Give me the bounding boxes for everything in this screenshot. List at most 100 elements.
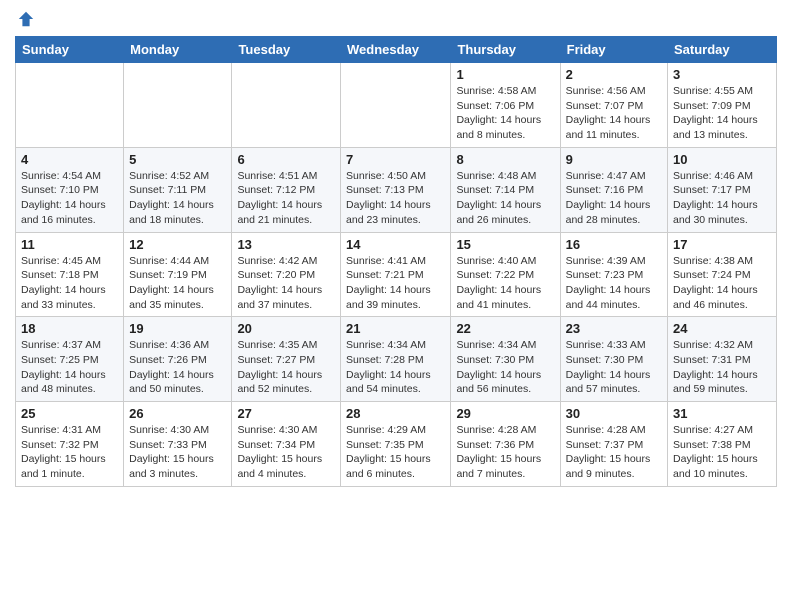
day-number: 11 [21,237,118,252]
day-cell: 3Sunrise: 4:55 AM Sunset: 7:09 PM Daylig… [668,63,777,148]
day-info: Sunrise: 4:28 AM Sunset: 7:37 PM Dayligh… [566,423,662,482]
day-info: Sunrise: 4:44 AM Sunset: 7:19 PM Dayligh… [129,254,226,313]
day-number: 4 [21,152,118,167]
day-number: 18 [21,321,118,336]
weekday-header-tuesday: Tuesday [232,37,341,63]
day-number: 10 [673,152,771,167]
weekday-header-thursday: Thursday [451,37,560,63]
day-number: 13 [237,237,335,252]
day-number: 25 [21,406,118,421]
day-info: Sunrise: 4:39 AM Sunset: 7:23 PM Dayligh… [566,254,662,313]
day-number: 19 [129,321,226,336]
day-cell: 11Sunrise: 4:45 AM Sunset: 7:18 PM Dayli… [16,232,124,317]
calendar-container: SundayMondayTuesdayWednesdayThursdayFrid… [0,0,792,502]
day-number: 2 [566,67,662,82]
day-info: Sunrise: 4:51 AM Sunset: 7:12 PM Dayligh… [237,169,335,228]
day-cell: 17 Sunrise: 4:38 AM Sunset: 7:24 PM Dayli… [668,232,777,317]
day-number: 17 [673,237,771,252]
day-number: 29 [456,406,554,421]
day-cell: 25 Sunrise: 4:31 AM Sunset: 7:32 PM Dayli… [16,402,124,487]
day-cell: 30 Sunrise: 4:28 AM Sunset: 7:37 PM Dayli… [560,402,667,487]
day-number: 12 [129,237,226,252]
day-cell: 23Sunrise: 4:33 AM Sunset: 7:30 PM Dayli… [560,317,667,402]
day-cell: 1 Sunrise: 4:58 AM Sunset: 7:06 PM Daylig… [451,63,560,148]
day-cell: 2Sunrise: 4:56 AM Sunset: 7:07 PM Daylig… [560,63,667,148]
day-number: 20 [237,321,335,336]
day-info: Sunrise: 4:32 AM Sunset: 7:31 PM Dayligh… [673,338,771,397]
day-info: Sunrise: 4:38 AM Sunset: 7:24 PM Dayligh… [673,254,771,313]
day-cell: 18 Sunrise: 4:37 AM Sunset: 7:25 PM Dayli… [16,317,124,402]
day-number: 30 [566,406,662,421]
day-info: Sunrise: 4:42 AM Sunset: 7:20 PM Dayligh… [237,254,335,313]
day-cell: 10 Sunrise: 4:46 AM Sunset: 7:17 PM Dayli… [668,147,777,232]
day-info: Sunrise: 4:54 AM Sunset: 7:10 PM Dayligh… [21,169,118,228]
day-info: Sunrise: 4:48 AM Sunset: 7:14 PM Dayligh… [456,169,554,228]
day-info: Sunrise: 4:30 AM Sunset: 7:34 PM Dayligh… [237,423,335,482]
day-info: Sunrise: 4:58 AM Sunset: 7:06 PM Dayligh… [456,84,554,143]
day-number: 14 [346,237,445,252]
day-cell: 24 Sunrise: 4:32 AM Sunset: 7:31 PM Dayli… [668,317,777,402]
day-info: Sunrise: 4:37 AM Sunset: 7:25 PM Dayligh… [21,338,118,397]
day-number: 27 [237,406,335,421]
weekday-header-monday: Monday [124,37,232,63]
day-info: Sunrise: 4:50 AM Sunset: 7:13 PM Dayligh… [346,169,445,228]
day-info: Sunrise: 4:40 AM Sunset: 7:22 PM Dayligh… [456,254,554,313]
calendar-table: SundayMondayTuesdayWednesdayThursdayFrid… [15,36,777,487]
day-cell [16,63,124,148]
day-number: 8 [456,152,554,167]
day-number: 31 [673,406,771,421]
day-cell: 4 Sunrise: 4:54 AM Sunset: 7:10 PM Daylig… [16,147,124,232]
weekday-header-friday: Friday [560,37,667,63]
day-info: Sunrise: 4:47 AM Sunset: 7:16 PM Dayligh… [566,169,662,228]
weekday-header-wednesday: Wednesday [341,37,451,63]
day-info: Sunrise: 4:35 AM Sunset: 7:27 PM Dayligh… [237,338,335,397]
day-number: 3 [673,67,771,82]
day-info: Sunrise: 4:46 AM Sunset: 7:17 PM Dayligh… [673,169,771,228]
day-cell: 15Sunrise: 4:40 AM Sunset: 7:22 PM Dayli… [451,232,560,317]
day-cell: 26 Sunrise: 4:30 AM Sunset: 7:33 PM Dayli… [124,402,232,487]
day-cell: 29Sunrise: 4:28 AM Sunset: 7:36 PM Dayli… [451,402,560,487]
day-info: Sunrise: 4:34 AM Sunset: 7:30 PM Dayligh… [456,338,554,397]
logo [15,10,35,28]
day-info: Sunrise: 4:34 AM Sunset: 7:28 PM Dayligh… [346,338,445,397]
week-row-3: 18 Sunrise: 4:37 AM Sunset: 7:25 PM Dayli… [16,317,777,402]
logo-icon [17,10,35,28]
day-number: 16 [566,237,662,252]
weekday-header-saturday: Saturday [668,37,777,63]
week-row-1: 4 Sunrise: 4:54 AM Sunset: 7:10 PM Daylig… [16,147,777,232]
day-info: Sunrise: 4:27 AM Sunset: 7:38 PM Dayligh… [673,423,771,482]
day-cell: 8 Sunrise: 4:48 AM Sunset: 7:14 PM Daylig… [451,147,560,232]
day-number: 7 [346,152,445,167]
week-row-4: 25 Sunrise: 4:31 AM Sunset: 7:32 PM Dayli… [16,402,777,487]
day-cell: 16 Sunrise: 4:39 AM Sunset: 7:23 PM Dayli… [560,232,667,317]
day-cell: 20 Sunrise: 4:35 AM Sunset: 7:27 PM Dayli… [232,317,341,402]
day-cell [124,63,232,148]
day-number: 9 [566,152,662,167]
day-number: 22 [456,321,554,336]
day-info: Sunrise: 4:52 AM Sunset: 7:11 PM Dayligh… [129,169,226,228]
day-number: 23 [566,321,662,336]
day-number: 5 [129,152,226,167]
calendar-header: SundayMondayTuesdayWednesdayThursdayFrid… [16,37,777,63]
header [15,10,777,28]
day-cell: 7 Sunrise: 4:50 AM Sunset: 7:13 PM Daylig… [341,147,451,232]
week-row-0: 1 Sunrise: 4:58 AM Sunset: 7:06 PM Daylig… [16,63,777,148]
day-cell: 21 Sunrise: 4:34 AM Sunset: 7:28 PM Dayli… [341,317,451,402]
day-info: Sunrise: 4:31 AM Sunset: 7:32 PM Dayligh… [21,423,118,482]
day-number: 24 [673,321,771,336]
day-cell: 14Sunrise: 4:41 AM Sunset: 7:21 PM Dayli… [341,232,451,317]
day-number: 21 [346,321,445,336]
day-cell: 13 Sunrise: 4:42 AM Sunset: 7:20 PM Dayli… [232,232,341,317]
day-cell: 31 Sunrise: 4:27 AM Sunset: 7:38 PM Dayli… [668,402,777,487]
day-cell: 19 Sunrise: 4:36 AM Sunset: 7:26 PM Dayli… [124,317,232,402]
day-info: Sunrise: 4:36 AM Sunset: 7:26 PM Dayligh… [129,338,226,397]
day-cell [341,63,451,148]
day-cell: 27 Sunrise: 4:30 AM Sunset: 7:34 PM Dayli… [232,402,341,487]
day-cell: 12 Sunrise: 4:44 AM Sunset: 7:19 PM Dayli… [124,232,232,317]
day-info: Sunrise: 4:30 AM Sunset: 7:33 PM Dayligh… [129,423,226,482]
weekday-row: SundayMondayTuesdayWednesdayThursdayFrid… [16,37,777,63]
day-number: 1 [456,67,554,82]
day-cell: 6Sunrise: 4:51 AM Sunset: 7:12 PM Daylig… [232,147,341,232]
weekday-header-sunday: Sunday [16,37,124,63]
day-number: 26 [129,406,226,421]
